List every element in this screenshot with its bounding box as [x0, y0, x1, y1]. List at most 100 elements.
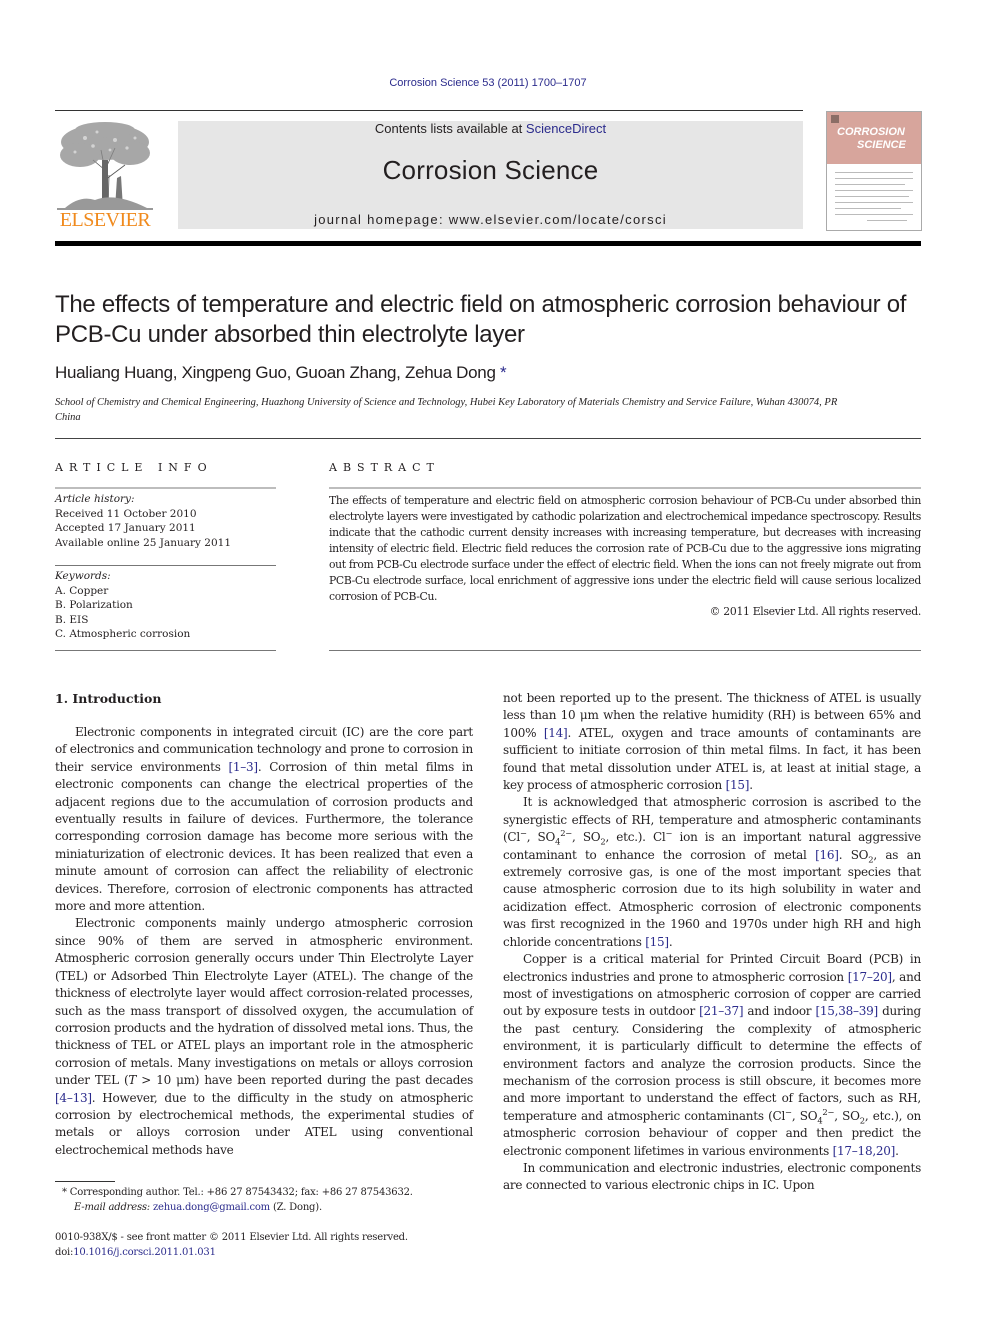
citation-link[interactable]: [15]: [645, 935, 669, 949]
author-names: Hualiang Huang, Xingpeng Guo, Guoan Zhan…: [55, 363, 496, 382]
history-online: Available online 25 January 2011: [55, 536, 232, 549]
elsevier-logo[interactable]: ELSEVIER: [55, 120, 155, 232]
contents-available-line: Contents lists available at ScienceDirec…: [178, 121, 803, 136]
citation-link[interactable]: [21–37]: [699, 1004, 743, 1018]
issn-line: 0010-938X/$ - see front matter © 2011 El…: [55, 1232, 408, 1243]
masthead-thick-rule: [55, 241, 921, 246]
sciencedirect-link[interactable]: ScienceDirect: [526, 121, 606, 136]
corresponding-author-mark[interactable]: *: [500, 363, 507, 382]
superscript: 2−: [822, 1106, 835, 1117]
text-run: Electronic components mainly undergo atm…: [55, 916, 473, 1088]
abstract-heading: ABSTRACT: [329, 461, 440, 474]
journal-reference-link[interactable]: Corrosion Science 53 (2011) 1700–1707: [0, 77, 976, 89]
cover-toc-line: [835, 214, 913, 215]
abstract-body: The effects of temperature and electric …: [329, 494, 921, 603]
article-info-rule: [55, 487, 276, 489]
title-separator-rule: [55, 438, 921, 439]
footnote-text: Corresponding author. Tel.: +86 27 87543…: [69, 1187, 413, 1198]
abstract-bottom-rule: [329, 650, 921, 651]
superscript: 2−: [560, 828, 573, 839]
cover-toc-line: [835, 196, 909, 197]
citation-link[interactable]: [16]: [815, 848, 839, 862]
citation-link[interactable]: [14]: [544, 726, 568, 740]
cover-title-line1: CORROSION: [837, 126, 905, 138]
email-suffix: (Z. Dong).: [269, 1202, 322, 1213]
citation-link[interactable]: [17–20]: [848, 970, 892, 984]
text-run: > 10 μm) have been reported during the p…: [136, 1073, 473, 1088]
doi-label: doi:: [55, 1247, 74, 1258]
cover-title-line2: SCIENCE: [857, 139, 906, 151]
paragraph: It is acknowledged that atmospheric corr…: [503, 794, 921, 951]
citation-link[interactable]: [4–13]: [55, 1091, 92, 1105]
text-run: , as an extremely corrosive gas, is one …: [503, 847, 921, 949]
text-run: .: [668, 934, 673, 949]
text-run: and indoor: [743, 1004, 816, 1019]
footnote-email: E-mail address: zehua.dong@gmail.com (Z.…: [62, 1200, 482, 1215]
citation-link[interactable]: [1–3]: [228, 760, 258, 774]
cover-toc-line: [835, 184, 905, 185]
cover-toc-line: [835, 178, 913, 179]
journal-title: Corrosion Science: [382, 155, 599, 185]
keywords-list: Keywords: A. Copper B. Polarization B. E…: [55, 569, 285, 642]
elsevier-tree-icon: [57, 122, 153, 210]
history-accepted: Accepted 17 January 2011: [55, 522, 196, 534]
citation-link[interactable]: [15]: [726, 778, 750, 792]
article-info-bottom-rule: [55, 650, 276, 651]
text-run: . However, due to the difficulty in the …: [55, 1090, 473, 1157]
history-label: Article history:: [55, 493, 135, 505]
cover-toc-line: [835, 172, 913, 173]
cover-toc-line: [867, 220, 907, 221]
front-matter-notice: 0010-938X/$ - see front matter © 2011 El…: [55, 1230, 475, 1260]
paragraph: Electronic components mainly undergo atm…: [55, 915, 473, 1159]
doi-line: doi:10.1016/j.corsci.2011.01.031: [55, 1245, 475, 1260]
citation-link[interactable]: [15,38–39]: [815, 1004, 878, 1018]
footnote-mark: *: [62, 1187, 67, 1198]
author-affiliation: School of Chemistry and Chemical Enginee…: [55, 397, 838, 423]
body-column-right: not been reported up to the present. The…: [503, 690, 921, 1195]
article-title: The effects of temperature and electric …: [55, 291, 907, 348]
text-run: , SO: [526, 830, 556, 845]
superscript: −: [785, 1106, 792, 1117]
keyword-item: C. Atmospheric corrosion: [55, 628, 191, 640]
journal-cover-thumbnail[interactable]: CORROSION SCIENCE: [826, 111, 922, 231]
cover-toc-line: [835, 202, 913, 203]
text-run: . SO: [838, 847, 869, 862]
paragraph: In communication and electronic industri…: [503, 1160, 921, 1193]
paragraph: not been reported up to the present. The…: [503, 690, 921, 794]
author-list: Hualiang Huang, Xingpeng Guo, Guoan Zhan…: [55, 363, 507, 383]
keyword-item: A. Copper: [55, 584, 109, 597]
cover-toc-line: [835, 208, 901, 209]
contents-prefix: Contents lists available at: [374, 121, 526, 136]
cover-header: CORROSION SCIENCE: [827, 112, 921, 164]
section-heading-introduction: 1. Introduction: [55, 691, 162, 706]
article-history: Article history: Received 11 October 201…: [55, 492, 285, 550]
text-run: , SO: [572, 830, 601, 845]
cover-toc-line: [835, 190, 913, 191]
keywords-label: Keywords:: [55, 570, 111, 582]
variable-T: T: [128, 1073, 137, 1088]
text-run: , SO: [791, 1108, 818, 1123]
keyword-item: B. Polarization: [55, 599, 133, 611]
footnote-contact: * Corresponding author. Tel.: +86 27 875…: [62, 1185, 482, 1200]
text-run: .: [895, 1143, 899, 1158]
paragraph: Electronic components in integrated circ…: [55, 724, 473, 915]
text-run: .: [749, 778, 753, 793]
email-link[interactable]: zehua.dong@gmail.com: [153, 1202, 270, 1213]
email-label: E-mail address:: [74, 1202, 153, 1213]
cover-logo-icon: [831, 115, 839, 123]
text-run: , SO: [834, 1108, 860, 1123]
header-top-rule: [55, 110, 803, 111]
text-run: during the past century. Considering the…: [503, 1004, 921, 1123]
body-column-left: Electronic components in integrated circ…: [55, 724, 473, 1159]
abstract-copyright: © 2011 Elsevier Ltd. All rights reserved…: [709, 605, 922, 618]
elsevier-wordmark: ELSEVIER: [59, 209, 151, 231]
history-received: Received 11 October 2010: [55, 507, 197, 520]
abstract-rule: [329, 487, 921, 489]
footnote-rule: [55, 1181, 115, 1182]
journal-homepage-link[interactable]: journal homepage: www.elsevier.com/locat…: [178, 212, 803, 227]
article-info-heading: ARTICLE INFO: [55, 461, 213, 474]
text-run: , etc.). Cl: [605, 830, 666, 845]
keyword-item: B. EIS: [55, 613, 89, 626]
citation-link[interactable]: [17–18,20]: [833, 1144, 896, 1158]
doi-link[interactable]: 10.1016/j.corsci.2011.01.031: [73, 1247, 216, 1258]
